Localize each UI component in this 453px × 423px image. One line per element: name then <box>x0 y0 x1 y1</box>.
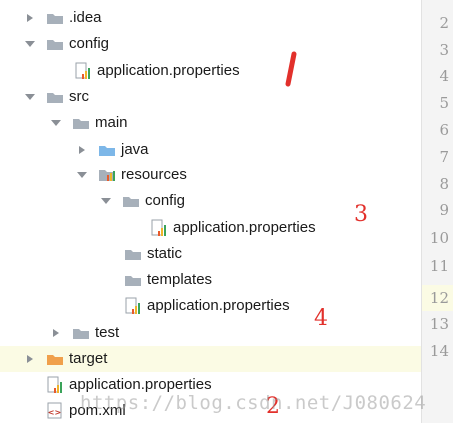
tree-node-src[interactable]: src <box>24 84 89 110</box>
tree-node-label: java <box>121 141 149 158</box>
expanded-arrow-icon[interactable] <box>76 162 88 188</box>
folder-icon <box>46 88 64 106</box>
annotation-mark-1-stroke <box>285 51 297 87</box>
properties-file-icon <box>74 62 92 80</box>
tree-node-label: resources <box>121 166 187 183</box>
folder-icon <box>46 35 64 53</box>
expanded-arrow-icon[interactable] <box>100 188 112 214</box>
line-number: 8 <box>439 175 449 193</box>
collapsed-arrow-icon[interactable] <box>24 5 36 31</box>
tree-node-resources-config-application-properties[interactable]: application.properties <box>150 215 316 241</box>
folder-icon <box>72 114 90 132</box>
folder-icon <box>122 192 140 210</box>
line-number: 2 <box>439 14 449 32</box>
expanded-arrow-icon[interactable] <box>24 84 36 110</box>
tree-node-label: config <box>145 192 186 209</box>
folder-icon <box>46 9 64 27</box>
line-number: 10 <box>429 229 449 247</box>
tree-node-resources[interactable]: resources <box>76 162 187 188</box>
tree-node-test[interactable]: test <box>50 320 119 346</box>
annotation-mark-3: 3 <box>354 202 368 227</box>
watermark-text: https://blog.csdn.net/J080624 <box>80 392 427 414</box>
resources-folder-icon <box>98 166 116 184</box>
line-number: 11 <box>429 257 449 275</box>
line-number: 3 <box>439 41 449 59</box>
tree-node-main[interactable]: main <box>50 110 128 136</box>
annotation-mark-4: 4 <box>314 306 328 331</box>
tree-node-label: application.properties <box>173 219 316 236</box>
tree-node-target[interactable]: target <box>24 346 107 372</box>
line-number: 7 <box>439 148 449 166</box>
tree-node-label: application.properties <box>147 297 290 314</box>
line-number: 13 <box>429 315 449 333</box>
properties-file-icon <box>150 219 168 237</box>
line-number: 14 <box>429 342 449 360</box>
tree-node-static[interactable]: static <box>124 241 182 267</box>
tree-node-label: src <box>69 88 89 105</box>
collapsed-arrow-icon[interactable] <box>24 346 36 372</box>
collapsed-arrow-icon[interactable] <box>50 320 62 346</box>
tree-node-config-application-properties[interactable]: application.properties <box>74 58 240 84</box>
tree-node-label: application.properties <box>97 62 240 79</box>
line-number-gutter: 2 3 4 5 6 7 8 9 10 11 12 13 14 <box>421 0 453 423</box>
tree-node-label: templates <box>147 271 213 288</box>
expanded-arrow-icon[interactable] <box>24 31 36 57</box>
tree-node-templates[interactable]: templates <box>124 267 212 293</box>
line-number: 9 <box>439 201 449 219</box>
tree-node-label: main <box>95 114 128 131</box>
tree-node-label: test <box>95 324 120 341</box>
expanded-arrow-icon[interactable] <box>50 110 62 136</box>
line-number: 4 <box>439 67 449 85</box>
line-number-current: 12 <box>429 289 449 307</box>
tree-node-label: .idea <box>69 9 102 26</box>
tree-node-label: target <box>69 350 108 367</box>
tree-node-label: config <box>69 35 110 52</box>
line-number: 6 <box>439 121 449 139</box>
tree-node-resources-config[interactable]: config <box>100 188 185 214</box>
excluded-folder-icon <box>46 350 64 368</box>
properties-file-icon <box>124 297 142 315</box>
tree-node-resources-application-properties[interactable]: application.properties <box>124 293 290 319</box>
svg-text:<>: <> <box>48 408 61 417</box>
line-number: 5 <box>439 94 449 112</box>
folder-icon <box>124 245 142 263</box>
folder-icon <box>124 271 142 289</box>
tree-node-idea[interactable]: .idea <box>24 5 102 31</box>
collapsed-arrow-icon[interactable] <box>76 137 88 163</box>
properties-file-icon <box>46 376 64 394</box>
tree-node-config[interactable]: config <box>24 31 109 57</box>
maven-pom-file-icon: <> <box>46 402 64 420</box>
source-folder-icon <box>98 141 116 159</box>
tree-node-java[interactable]: java <box>76 137 149 163</box>
tree-node-label: static <box>147 245 183 262</box>
folder-icon <box>72 324 90 342</box>
